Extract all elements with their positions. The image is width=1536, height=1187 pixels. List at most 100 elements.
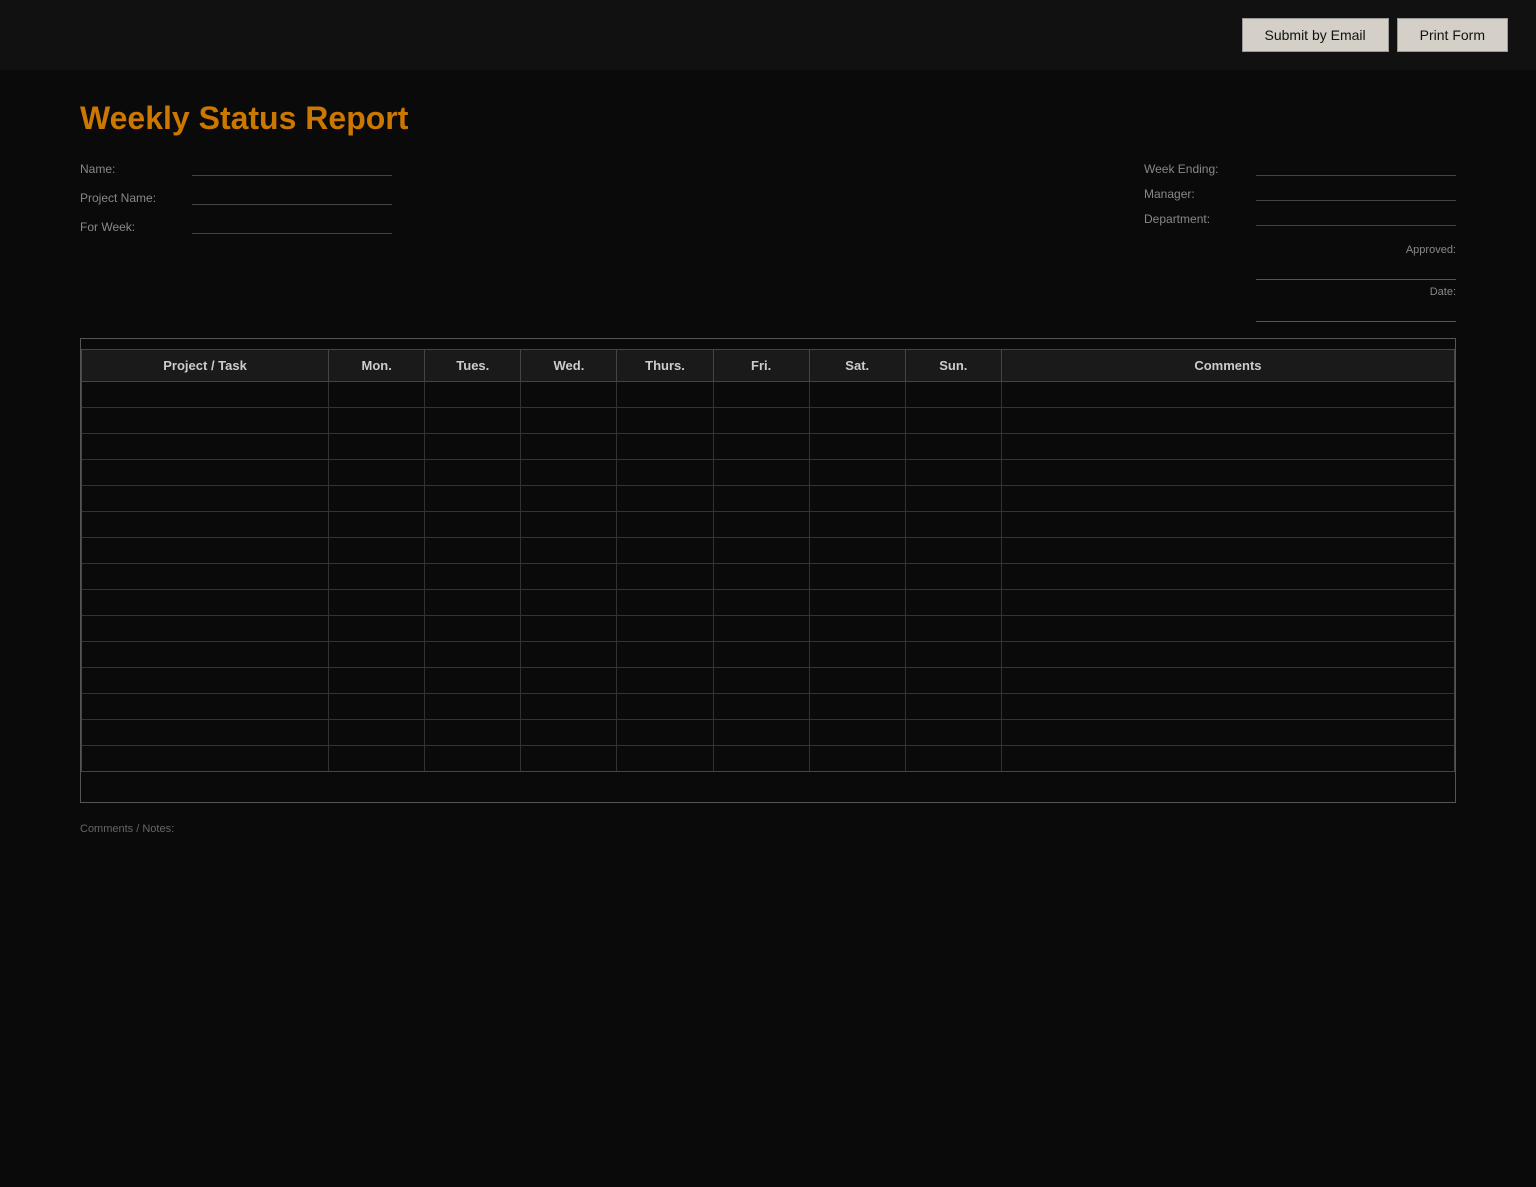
cell-fri[interactable] — [713, 564, 809, 590]
cell-sat[interactable] — [809, 460, 905, 486]
input-sat[interactable] — [814, 700, 901, 714]
cell-wed[interactable] — [521, 538, 617, 564]
cell-thu[interactable] — [617, 590, 713, 616]
input-sat[interactable] — [814, 414, 901, 428]
cell-sun[interactable] — [905, 538, 1001, 564]
input-comments[interactable] — [1006, 726, 1450, 740]
cell-wed[interactable] — [521, 460, 617, 486]
input-tue[interactable] — [429, 388, 516, 402]
cell-tue[interactable] — [425, 668, 521, 694]
input-wed[interactable] — [525, 466, 612, 480]
input-sun[interactable] — [910, 492, 997, 506]
input-sun[interactable] — [910, 518, 997, 532]
input-sat[interactable] — [814, 726, 901, 740]
input-sat[interactable] — [814, 752, 901, 766]
input-tue[interactable] — [429, 544, 516, 558]
input-wed[interactable] — [525, 700, 612, 714]
input-tue[interactable] — [429, 492, 516, 506]
cell-sat[interactable] — [809, 538, 905, 564]
cell-sun[interactable] — [905, 434, 1001, 460]
input-project-task[interactable] — [86, 518, 324, 532]
input-fri[interactable] — [718, 414, 805, 428]
cell-sun[interactable] — [905, 486, 1001, 512]
input-sat[interactable] — [814, 648, 901, 662]
input-mon[interactable] — [333, 648, 420, 662]
cell-thu[interactable] — [617, 538, 713, 564]
input-comments[interactable] — [1006, 544, 1450, 558]
cell-mon[interactable] — [329, 486, 425, 512]
input-wed[interactable] — [525, 726, 612, 740]
cell-mon[interactable] — [329, 460, 425, 486]
input-wed[interactable] — [525, 674, 612, 688]
cell-wed[interactable] — [521, 486, 617, 512]
cell-comments[interactable] — [1001, 512, 1454, 538]
cell-project-task[interactable] — [82, 460, 329, 486]
cell-sat[interactable] — [809, 408, 905, 434]
input-tue[interactable] — [429, 414, 516, 428]
input-mon[interactable] — [333, 440, 420, 454]
input-fri[interactable] — [718, 570, 805, 584]
cell-thu[interactable] — [617, 382, 713, 408]
input-tue[interactable] — [429, 596, 516, 610]
input-wed[interactable] — [525, 544, 612, 558]
input-comments[interactable] — [1006, 674, 1450, 688]
input-project-task[interactable] — [86, 492, 324, 506]
input-tue[interactable] — [429, 726, 516, 740]
input-sat[interactable] — [814, 596, 901, 610]
input-fri[interactable] — [718, 388, 805, 402]
cell-wed[interactable] — [521, 382, 617, 408]
cell-project-task[interactable] — [82, 564, 329, 590]
cell-thu[interactable] — [617, 512, 713, 538]
input-tue[interactable] — [429, 674, 516, 688]
input-comments[interactable] — [1006, 752, 1450, 766]
cell-sat[interactable] — [809, 616, 905, 642]
input-comments[interactable] — [1006, 388, 1450, 402]
cell-thu[interactable] — [617, 694, 713, 720]
cell-project-task[interactable] — [82, 642, 329, 668]
cell-fri[interactable] — [713, 512, 809, 538]
input-fri[interactable] — [718, 596, 805, 610]
cell-comments[interactable] — [1001, 434, 1454, 460]
input-thu[interactable] — [621, 726, 708, 740]
cell-project-task[interactable] — [82, 538, 329, 564]
cell-sun[interactable] — [905, 590, 1001, 616]
input-comments[interactable] — [1006, 414, 1450, 428]
input-thu[interactable] — [621, 648, 708, 662]
input-thu[interactable] — [621, 492, 708, 506]
cell-comments[interactable] — [1001, 538, 1454, 564]
input-comments[interactable] — [1006, 492, 1450, 506]
input-tue[interactable] — [429, 440, 516, 454]
cell-fri[interactable] — [713, 460, 809, 486]
input-project-task[interactable] — [86, 726, 324, 740]
input-fri[interactable] — [718, 674, 805, 688]
cell-mon[interactable] — [329, 720, 425, 746]
input-mon[interactable] — [333, 544, 420, 558]
cell-mon[interactable] — [329, 694, 425, 720]
input-thu[interactable] — [621, 414, 708, 428]
input-wed[interactable] — [525, 596, 612, 610]
input-sun[interactable] — [910, 440, 997, 454]
cell-thu[interactable] — [617, 408, 713, 434]
input-mon[interactable] — [333, 492, 420, 506]
cell-comments[interactable] — [1001, 720, 1454, 746]
cell-fri[interactable] — [713, 720, 809, 746]
cell-project-task[interactable] — [82, 590, 329, 616]
input-sat[interactable] — [814, 570, 901, 584]
input-project-task[interactable] — [86, 596, 324, 610]
cell-mon[interactable] — [329, 564, 425, 590]
cell-wed[interactable] — [521, 746, 617, 772]
cell-fri[interactable] — [713, 538, 809, 564]
cell-mon[interactable] — [329, 746, 425, 772]
input-fri[interactable] — [718, 466, 805, 480]
cell-fri[interactable] — [713, 668, 809, 694]
cell-tue[interactable] — [425, 512, 521, 538]
cell-project-task[interactable] — [82, 694, 329, 720]
input-sun[interactable] — [910, 622, 997, 636]
cell-comments[interactable] — [1001, 408, 1454, 434]
input-fri[interactable] — [718, 544, 805, 558]
input-tue[interactable] — [429, 622, 516, 636]
input-sun[interactable] — [910, 674, 997, 688]
cell-wed[interactable] — [521, 616, 617, 642]
input-mon[interactable] — [333, 596, 420, 610]
input-comments[interactable] — [1006, 596, 1450, 610]
